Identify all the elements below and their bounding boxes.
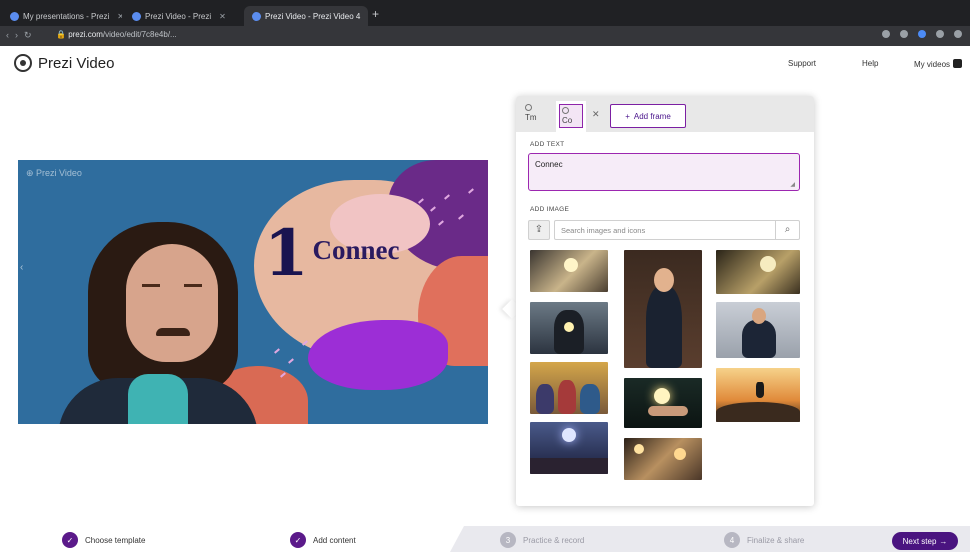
add-text-heading: ADD TEXT bbox=[530, 141, 565, 148]
frame-tab-label: Co bbox=[562, 116, 573, 125]
add-frame-button[interactable]: + Add frame bbox=[610, 104, 686, 128]
prezi-watermark: ⊕ Prezi Video bbox=[26, 168, 82, 178]
next-step-label: Next step bbox=[902, 536, 937, 546]
url-path: /video/edit/7c8e4b/... bbox=[102, 30, 177, 39]
prezi-logo[interactable]: Prezi Video bbox=[14, 54, 114, 72]
video-preview[interactable]: 1 Connec ⊕ Prezi Video ‹ bbox=[18, 160, 488, 424]
search-icon[interactable]: ⌕ bbox=[775, 220, 799, 240]
presenter-brow bbox=[142, 284, 160, 287]
step-practice-record[interactable]: 3 Practice & record bbox=[500, 532, 584, 548]
logo-text: Prezi Video bbox=[38, 54, 115, 72]
extension-icon[interactable] bbox=[882, 30, 890, 38]
step-label: Practice & record bbox=[523, 535, 585, 545]
tab-title: My presentations - Prezi bbox=[23, 11, 110, 21]
step-add-content[interactable]: ✓ Add content bbox=[290, 532, 356, 548]
close-tab-icon[interactable]: ✕ bbox=[219, 12, 226, 21]
image-businessman-arms-crossed[interactable] bbox=[716, 302, 800, 358]
watermark-text: Prezi Video bbox=[36, 168, 82, 178]
browser-tab-3[interactable]: Prezi Video - Prezi Video 4 ✕ bbox=[244, 6, 368, 26]
presenter-face bbox=[126, 244, 218, 362]
frame-headline[interactable]: 1 Connec bbox=[264, 222, 400, 286]
arrow-right-icon: → bbox=[939, 536, 948, 546]
plus-icon: + bbox=[625, 111, 630, 121]
image-cheering-crowd[interactable] bbox=[530, 362, 608, 414]
frame-icon bbox=[562, 107, 569, 114]
browser-toolbar: ‹›↻ 🔒 prezi.com/video/edit/7c8e4b/... bbox=[0, 26, 970, 46]
next-step-button[interactable]: Next step → bbox=[892, 532, 958, 550]
upload-button[interactable]: ⇪ bbox=[528, 220, 550, 240]
browser-tab-1[interactable]: My presentations - Prezi ✕ bbox=[2, 6, 122, 26]
add-image-heading: ADD IMAGE bbox=[530, 206, 570, 213]
violet-blob bbox=[308, 320, 448, 390]
tab-title: Prezi Video - Prezi bbox=[145, 11, 212, 21]
headline-text: Connec bbox=[312, 235, 400, 265]
check-icon: ✓ bbox=[290, 532, 306, 548]
url-host: prezi.com bbox=[68, 30, 103, 39]
frame-tab-selected: Co bbox=[559, 104, 583, 128]
frame-text-value: Connec bbox=[535, 160, 563, 169]
step-finalize-share[interactable]: 4 Finalize & share bbox=[724, 532, 804, 548]
favicon-icon bbox=[10, 11, 19, 21]
extension-icon[interactable] bbox=[936, 30, 944, 38]
step-label: Finalize & share bbox=[747, 535, 805, 545]
image-hands-light[interactable] bbox=[530, 302, 608, 354]
frame-tabs: Tm Co ✕ + Add frame bbox=[516, 96, 814, 132]
image-champagne[interactable] bbox=[716, 250, 800, 294]
step-number: 3 bbox=[500, 532, 516, 548]
upload-icon: ⇪ bbox=[534, 224, 544, 235]
close-icon[interactable]: ✕ bbox=[592, 109, 600, 120]
support-link[interactable]: Support bbox=[788, 59, 816, 68]
extension-icon[interactable] bbox=[900, 30, 908, 38]
prezi-logo-icon bbox=[14, 54, 32, 72]
browser-tab-bar: My presentations - Prezi ✕ Prezi Video -… bbox=[0, 0, 970, 26]
menu-icon[interactable] bbox=[954, 30, 962, 38]
content-panel: Tm Co ✕ + Add frame ADD TEXT Connec ◢ AD… bbox=[516, 96, 814, 506]
add-frame-label: Add frame bbox=[633, 111, 671, 121]
browser-extensions bbox=[882, 30, 962, 38]
image-stage-lights[interactable] bbox=[530, 422, 608, 474]
frame-tab-1[interactable]: Tm bbox=[522, 101, 552, 132]
favicon-icon bbox=[132, 11, 141, 21]
profile-icon[interactable] bbox=[918, 30, 926, 38]
browser-tab-2[interactable]: Prezi Video - Prezi ✕ bbox=[124, 6, 242, 26]
step-label: Add content bbox=[313, 535, 356, 545]
presenter-mustache bbox=[156, 328, 190, 336]
my-videos-label: My videos bbox=[914, 60, 951, 69]
new-tab-icon[interactable]: + bbox=[372, 8, 379, 20]
headline-number: 1 bbox=[264, 216, 309, 291]
presenter-collar bbox=[128, 374, 188, 424]
image-sparkler-bottle[interactable] bbox=[530, 250, 608, 292]
chevron-left-icon[interactable]: ‹ bbox=[20, 262, 23, 273]
frame-icon bbox=[525, 104, 532, 111]
image-businesswoman[interactable] bbox=[624, 250, 702, 368]
tab-title: Prezi Video - Prezi Video 4 bbox=[265, 11, 361, 21]
image-hand-glow[interactable] bbox=[624, 378, 702, 428]
step-label: Choose template bbox=[85, 535, 146, 545]
help-link[interactable]: Help bbox=[862, 59, 878, 68]
resize-handle-icon[interactable]: ◢ bbox=[790, 181, 795, 188]
my-videos-link[interactable]: My videos bbox=[914, 59, 963, 69]
image-search-input[interactable]: Search images and icons ⌕ bbox=[554, 220, 800, 240]
close-tab-icon[interactable]: ✕ bbox=[117, 12, 122, 21]
my-videos-icon bbox=[953, 59, 963, 68]
frame-tab-label: Tm bbox=[525, 113, 537, 122]
presenter-brow bbox=[184, 284, 202, 287]
image-mountain-jump[interactable] bbox=[716, 368, 800, 422]
image-party-bokeh[interactable] bbox=[624, 438, 702, 480]
favicon-icon bbox=[252, 11, 261, 21]
frame-text-input[interactable]: Connec ◢ bbox=[528, 153, 800, 191]
step-number: 4 bbox=[724, 532, 740, 548]
frame-tab-2[interactable]: Co bbox=[556, 101, 586, 132]
address-bar[interactable]: 🔒 prezi.com/video/edit/7c8e4b/... bbox=[56, 30, 177, 39]
search-placeholder: Search images and icons bbox=[561, 226, 646, 235]
nav-buttons[interactable]: ‹›↻ bbox=[6, 30, 38, 41]
step-choose-template[interactable]: ✓ Choose template bbox=[62, 532, 145, 548]
check-icon: ✓ bbox=[62, 532, 78, 548]
progress-stepper: ✓ Choose template ✓ Add content 3 Practi… bbox=[0, 526, 970, 552]
